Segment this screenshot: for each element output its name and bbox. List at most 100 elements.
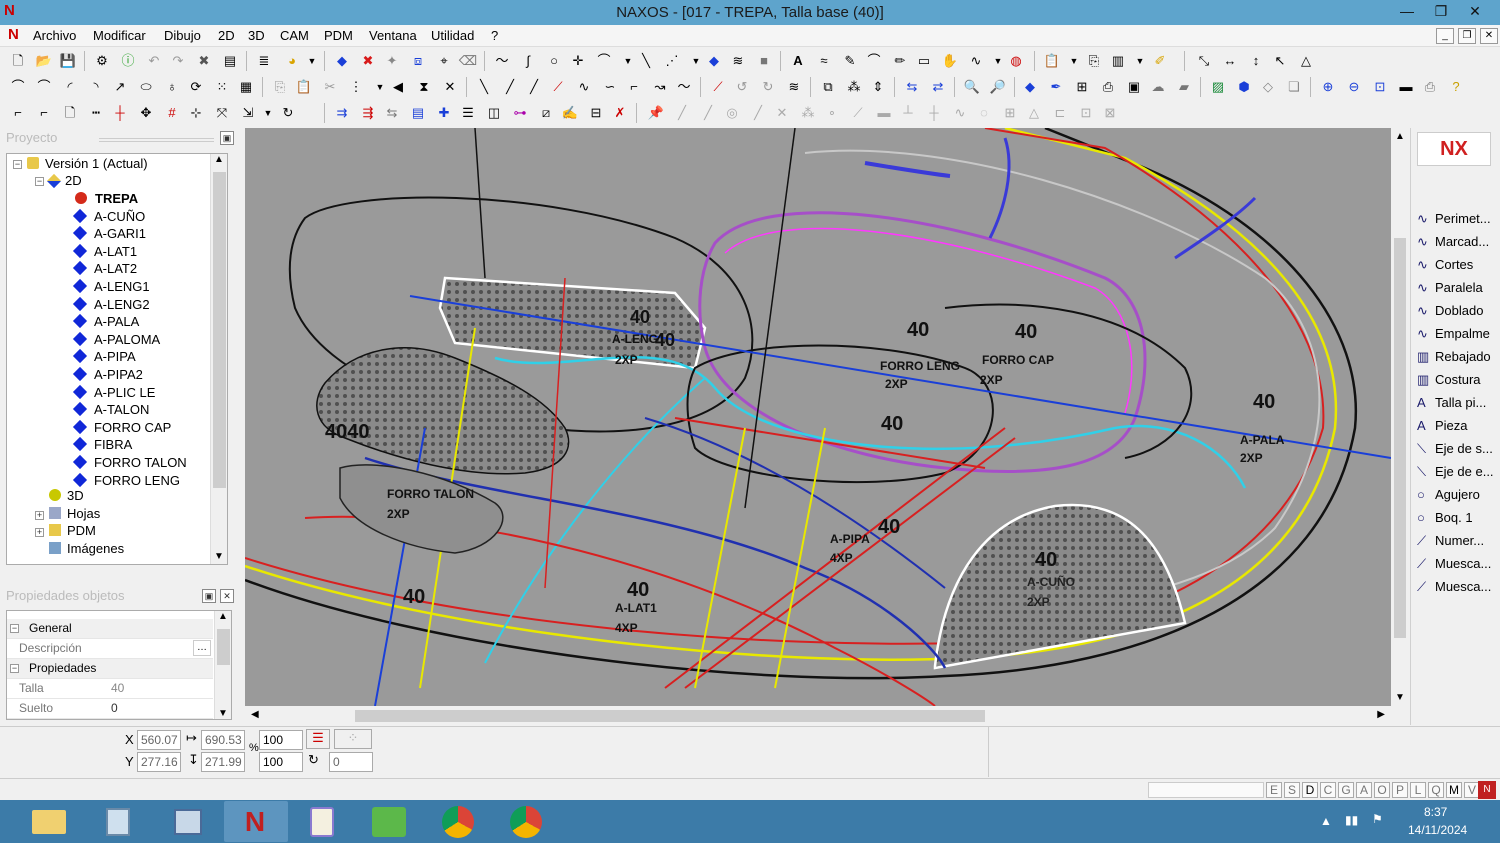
grey12-icon[interactable]: ∿ bbox=[950, 103, 970, 123]
mdi-minimize-button[interactable]: _ bbox=[1436, 28, 1454, 44]
blue-arrow-icon[interactable]: ⇉ bbox=[332, 103, 352, 123]
frame-icon[interactable]: ⊟ bbox=[586, 103, 606, 123]
scale-icon[interactable]: ⇲ bbox=[238, 103, 258, 123]
status-flag-d[interactable]: D bbox=[1302, 782, 1318, 798]
taskbar-app3[interactable] bbox=[156, 801, 220, 842]
palette-icon[interactable]: ◕ bbox=[282, 51, 302, 71]
menu-dibujo[interactable]: Dibujo bbox=[164, 28, 201, 43]
canvas-vscroll[interactable]: ▲ ▼ bbox=[1391, 128, 1409, 706]
scale-x-field[interactable]: 100 bbox=[259, 730, 303, 750]
tool-item[interactable]: ⟍ Eje de s... bbox=[1417, 438, 1493, 460]
tree-expander[interactable]: − bbox=[13, 160, 22, 169]
curve4-icon[interactable]: ∽ bbox=[600, 77, 620, 97]
zoom-prev-icon[interactable]: ⊖ bbox=[1344, 77, 1364, 97]
tray-up-icon[interactable]: ▲ bbox=[1320, 814, 1332, 828]
print-icon[interactable]: ⎙ bbox=[1098, 77, 1118, 97]
prop-descripcion[interactable]: Descripción… bbox=[7, 639, 213, 659]
tree-scrollbar[interactable]: ▲ ▼ bbox=[210, 154, 227, 564]
menu-3d[interactable]: 3D bbox=[248, 28, 265, 43]
tree-piece-item[interactable]: A-LENG1 bbox=[72, 278, 150, 295]
prop-group-general[interactable]: − General bbox=[7, 619, 213, 639]
grey14-icon[interactable]: ⊞ bbox=[1000, 103, 1020, 123]
tree-node-3d[interactable]: 3D bbox=[49, 487, 84, 504]
pointer-icon[interactable]: ↖ bbox=[1270, 51, 1290, 71]
network-icon[interactable]: ▮▮ bbox=[1345, 813, 1358, 827]
step-icon[interactable]: ⌐ bbox=[624, 77, 644, 97]
tool-item[interactable]: ⟋ Muesca... bbox=[1417, 576, 1491, 598]
duplicate-icon[interactable]: ⧉ bbox=[818, 77, 838, 97]
bars-icon[interactable]: ☰ bbox=[458, 103, 478, 123]
grey-arrow-icon[interactable]: ⇆ bbox=[382, 103, 402, 123]
palette-dropdown-icon[interactable]: ▼ bbox=[302, 51, 322, 71]
status-flag-s[interactable]: S bbox=[1284, 782, 1300, 798]
line3-icon[interactable]: ╱ bbox=[500, 77, 520, 97]
barcode-dropdown-icon[interactable]: ▼ bbox=[1130, 51, 1150, 71]
zoom-window-icon[interactable]: ⊕ bbox=[1318, 77, 1338, 97]
tree-root[interactable]: Versión 1 (Actual) bbox=[27, 155, 148, 172]
curve-tool-icon[interactable]: ⌒ bbox=[864, 51, 884, 71]
tool-item[interactable]: A Talla pi... bbox=[1417, 392, 1486, 414]
grey6-icon[interactable]: ⁂ bbox=[798, 103, 818, 123]
tree-expander[interactable]: + bbox=[35, 528, 44, 537]
tree-node-hojas[interactable]: Hojas bbox=[49, 505, 100, 522]
maximize-button[interactable]: ❐ bbox=[1424, 0, 1458, 22]
panel-pin-button[interactable]: ▣ bbox=[220, 131, 234, 145]
tool-item[interactable]: ∿ Paralela bbox=[1417, 277, 1483, 299]
rotate-shape-icon[interactable]: ⟳ bbox=[186, 77, 206, 97]
document-icon[interactable]: N bbox=[8, 27, 24, 43]
circle-tool-icon[interactable]: ○ bbox=[544, 51, 564, 71]
tree-piece-item[interactable]: A-PIPA bbox=[72, 348, 136, 365]
status-flag-m[interactable]: M bbox=[1446, 782, 1462, 798]
x-red-icon[interactable]: ✗ bbox=[610, 103, 630, 123]
cube-icon[interactable]: ⬢ bbox=[1234, 77, 1254, 97]
tree-piece-item[interactable]: A-LAT1 bbox=[72, 243, 137, 260]
point-icon[interactable]: ✛ bbox=[568, 51, 588, 71]
prop-talla[interactable]: Talla 40 bbox=[7, 679, 213, 699]
menu-modificar[interactable]: Modificar bbox=[93, 28, 146, 43]
hand-icon[interactable]: ✋ bbox=[940, 51, 960, 71]
scroll-right-icon[interactable]: ▶ bbox=[1377, 709, 1385, 720]
box-line-icon[interactable]: ⧄ bbox=[536, 103, 556, 123]
new-file-icon[interactable]: 🗋 bbox=[8, 51, 28, 71]
line2-icon[interactable]: ╲ bbox=[474, 77, 494, 97]
tree-expander[interactable]: − bbox=[35, 177, 44, 186]
align-icon[interactable]: ⊞ bbox=[1072, 77, 1092, 97]
tool-item[interactable]: ▥ Costura bbox=[1417, 369, 1481, 391]
tree-node-imagenes[interactable]: Imágenes bbox=[49, 540, 124, 557]
scroll-up-icon[interactable]: ▲ bbox=[214, 154, 224, 165]
rotation-field[interactable]: 0 bbox=[329, 752, 373, 772]
align-button[interactable]: ☰ bbox=[306, 729, 330, 749]
wave2-icon[interactable]: ≋ bbox=[784, 77, 804, 97]
scroll-left-icon[interactable]: ◀ bbox=[251, 709, 259, 720]
diamond2-icon[interactable]: ◆ bbox=[1020, 77, 1040, 97]
taskbar-chrome1[interactable] bbox=[428, 801, 492, 842]
grey2-icon[interactable]: ╱ bbox=[698, 103, 718, 123]
canvas-hscroll[interactable]: ◀ ▶ bbox=[245, 706, 1391, 726]
close-button[interactable]: ✕ bbox=[1458, 0, 1492, 22]
status-flag-a[interactable]: A bbox=[1356, 782, 1372, 798]
clock-date[interactable]: 14/11/2024 bbox=[1408, 823, 1467, 837]
tool-item[interactable]: ∿ Perimet... bbox=[1417, 208, 1491, 230]
grey3-icon[interactable]: ◎ bbox=[722, 103, 742, 123]
rect-icon[interactable]: ▭ bbox=[914, 51, 934, 71]
tree-piece-item[interactable]: FORRO LENG bbox=[72, 472, 180, 489]
blue-diamond-icon[interactable]: ◆ bbox=[704, 51, 724, 71]
node-edit-icon[interactable]: ⋮ bbox=[346, 77, 366, 97]
tree-piece-item[interactable]: TREPA bbox=[75, 190, 138, 207]
curve2-icon[interactable]: ∿ bbox=[966, 51, 986, 71]
corner2-icon[interactable]: ⌐ bbox=[34, 103, 54, 123]
layers-icon[interactable]: ≣ bbox=[254, 51, 274, 71]
paste-icon[interactable]: 📋 bbox=[294, 77, 314, 97]
pin2-icon[interactable]: 📌 bbox=[646, 103, 666, 123]
flip-icon[interactable]: ⧗ bbox=[414, 77, 434, 97]
arc-c-icon[interactable]: ◜ bbox=[60, 77, 80, 97]
tree-expander[interactable]: + bbox=[35, 511, 44, 520]
cancel-icon[interactable]: ✖ bbox=[358, 51, 378, 71]
undo-icon[interactable]: ↶ bbox=[144, 51, 164, 71]
grey11-icon[interactable]: ┼ bbox=[924, 103, 944, 123]
pen2-icon[interactable]: ✒ bbox=[1046, 77, 1066, 97]
properties-icon[interactable]: ▤ bbox=[220, 51, 240, 71]
curve5-icon[interactable]: ↝ bbox=[650, 77, 670, 97]
tool-item[interactable]: ○ Boq. 1 bbox=[1417, 507, 1473, 529]
tree-piece-item[interactable]: FIBRA bbox=[72, 436, 132, 453]
